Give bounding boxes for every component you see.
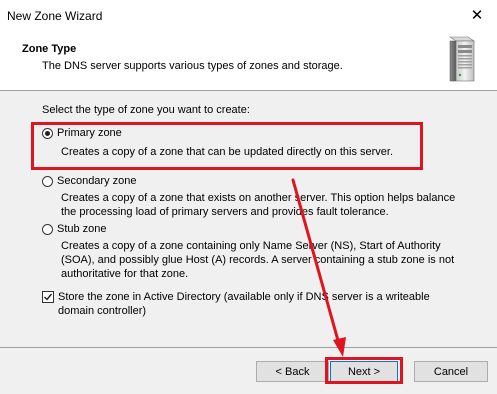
page-title: Zone Type [22,43,77,55]
stub-zone-radio[interactable]: Stub zone [42,223,107,235]
wizard-header: Zone Type The DNS server supports variou… [0,31,497,90]
checkmark-icon [44,293,53,301]
store-in-ad-checkbox[interactable]: Store the zone in Active Directory (avai… [42,290,468,318]
cancel-button[interactable]: Cancel [414,361,488,382]
checkbox-checked[interactable] [42,291,54,303]
back-button[interactable]: < Back [256,361,329,382]
stub-zone-description: Creates a copy of a zone containing only… [61,240,455,280]
secondary-zone-description: Creates a copy of a zone that exists on … [61,192,456,218]
window-title: New Zone Wizard [7,9,103,23]
zone-type-prompt: Select the type of zone you want to crea… [42,104,250,116]
secondary-zone-label: Secondary zone [57,175,137,187]
store-in-ad-label: Store the zone in Active Directory (avai… [58,291,430,317]
page-subtitle: The DNS server supports various types of… [42,60,343,72]
radio-button[interactable] [42,223,53,235]
wizard-footer: < Back Next > Cancel [0,348,497,394]
secondary-zone-radio[interactable]: Secondary zone [42,175,137,187]
close-icon: ✕ [470,7,484,24]
radio-button[interactable] [42,175,53,187]
primary-zone-highlight-box [31,122,423,170]
next-button-highlight-box [325,357,403,384]
server-icon [449,36,475,82]
new-zone-wizard-window: New Zone Wizard ✕ Zone Type The DNS serv… [0,0,497,394]
title-bar: New Zone Wizard ✕ [0,0,497,31]
close-button[interactable]: ✕ [466,5,488,25]
stub-zone-label: Stub zone [57,223,107,235]
